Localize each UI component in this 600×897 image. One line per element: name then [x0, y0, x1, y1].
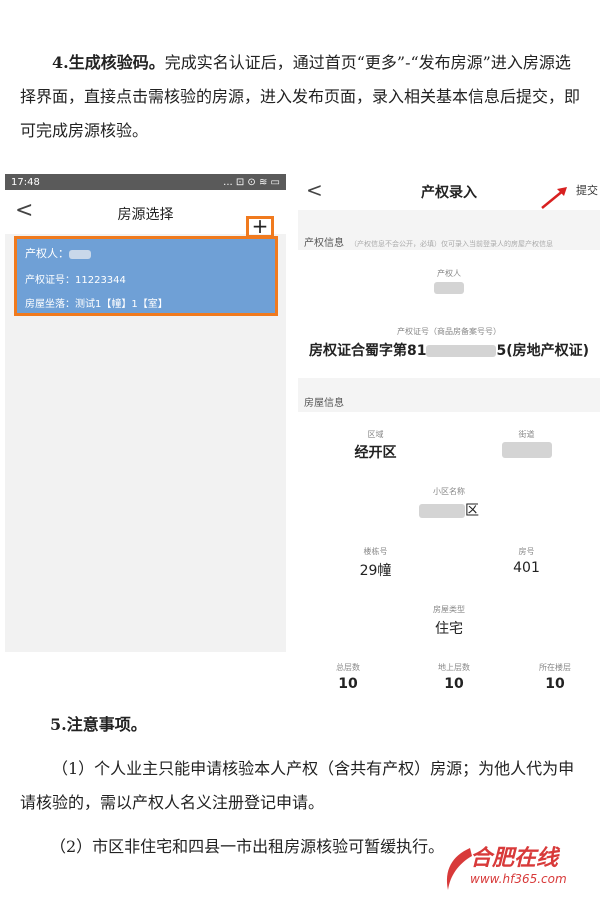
owner-name-blur [69, 249, 91, 259]
arrow-icon [541, 187, 567, 209]
notes-heading: 5.注意事项。 [50, 715, 147, 734]
building-value[interactable]: 29幢 [298, 560, 453, 580]
cert-line: 产权证号：11223344 [25, 275, 126, 286]
property-section-title: 产权信息 （产权信息不会公开，必填）仅可录入当前登录人的房屋产权信息 [304, 234, 553, 249]
cert-label: 产权证号（商品房备案号号） [397, 327, 501, 336]
community-blur [419, 504, 465, 518]
type-value[interactable]: 住宅 [298, 618, 600, 638]
house-selection-screenshot: 17:48 ... ⊡ ⊙ ≋ ▭ < 房源选择 + 产权人： 产权证号：112… [5, 174, 286, 652]
street-blur [501, 442, 552, 458]
note-item-1: （1）个人业主只能申请核验本人产权（含共有产权）房源；为他人代为申请核验的，需以… [20, 759, 575, 812]
property-note: （产权信息不会公开，必填）仅可录入当前登录人的房屋产权信息 [350, 240, 553, 248]
total-floor-label: 总层数 [336, 663, 360, 672]
status-icons: ... ⊡ ⊙ ≋ ▭ [223, 176, 280, 188]
house-card[interactable]: 产权人： 产权证号：11223344 房屋坐落：测试1【幢】1【室】 [14, 236, 278, 316]
type-label: 房屋类型 [433, 605, 465, 614]
street-value[interactable] [453, 442, 600, 458]
nav-bar: < 产权录入 提交 [298, 174, 600, 210]
owner-label: 产权人： [25, 247, 69, 260]
room-label: 房号 [518, 547, 535, 556]
step4-heading: 4.生成核验码。 [52, 53, 165, 72]
nav-bar: < 房源选择 + [5, 190, 286, 238]
cert-prefix: 房权证合蜀字第81 [308, 343, 427, 359]
cert-suffix: 5(房地产权证) [496, 343, 590, 359]
above-floor-value[interactable]: 10 [398, 676, 510, 692]
cert-value[interactable]: 房权证合蜀字第81 5(房地产权证) [298, 340, 600, 360]
address-line: 房屋坐落：测试1【幢】1【室】 [25, 299, 168, 310]
community-label: 小区名称 [433, 487, 465, 496]
page-title: 房源选择 [117, 207, 174, 223]
watermark-url: www.hf365.com [470, 872, 567, 886]
owner-value[interactable] [298, 280, 600, 296]
room-value[interactable]: 401 [453, 560, 600, 576]
district-label: 区域 [367, 430, 384, 439]
owner-line: 产权人： [25, 245, 91, 261]
district-value[interactable]: 经开区 [298, 442, 453, 462]
house-section-title: 房屋信息 [304, 398, 344, 409]
property-section-label: 产权信息 [304, 238, 344, 249]
site-watermark: 合肥在线 www.hf365.com [440, 840, 600, 897]
step4-paragraph: 4.生成核验码。完成实名认证后，通过首页“更多”-“发布房源”进入房源选择界面，… [20, 46, 580, 148]
add-house-button[interactable]: + [246, 216, 274, 238]
submit-button[interactable]: 提交 [576, 182, 598, 198]
at-floor-label: 所在楼层 [539, 663, 571, 672]
status-time: 17:48 [11, 176, 40, 188]
status-bar: 17:48 ... ⊡ ⊙ ≋ ▭ [5, 174, 286, 190]
brand-swoosh-icon [446, 848, 472, 890]
property-entry-screenshot: < 产权录入 提交 产权信息 （产权信息不会公开，必填）仅可录入当前登录人的房屋产… [298, 174, 600, 706]
owner-label: 产权人 [437, 269, 461, 278]
street-label: 街道 [518, 430, 535, 439]
total-floor-value[interactable]: 10 [298, 676, 398, 692]
community-value[interactable]: 区 [298, 500, 600, 520]
watermark-logo: 合肥在线 [470, 845, 559, 871]
owner-blur [434, 282, 464, 294]
at-floor-value[interactable]: 10 [510, 676, 600, 692]
cert-blur [426, 345, 497, 357]
building-label: 楼栋号 [363, 547, 388, 556]
above-floor-label: 地上层数 [438, 663, 470, 672]
community-suffix: 区 [465, 503, 479, 519]
